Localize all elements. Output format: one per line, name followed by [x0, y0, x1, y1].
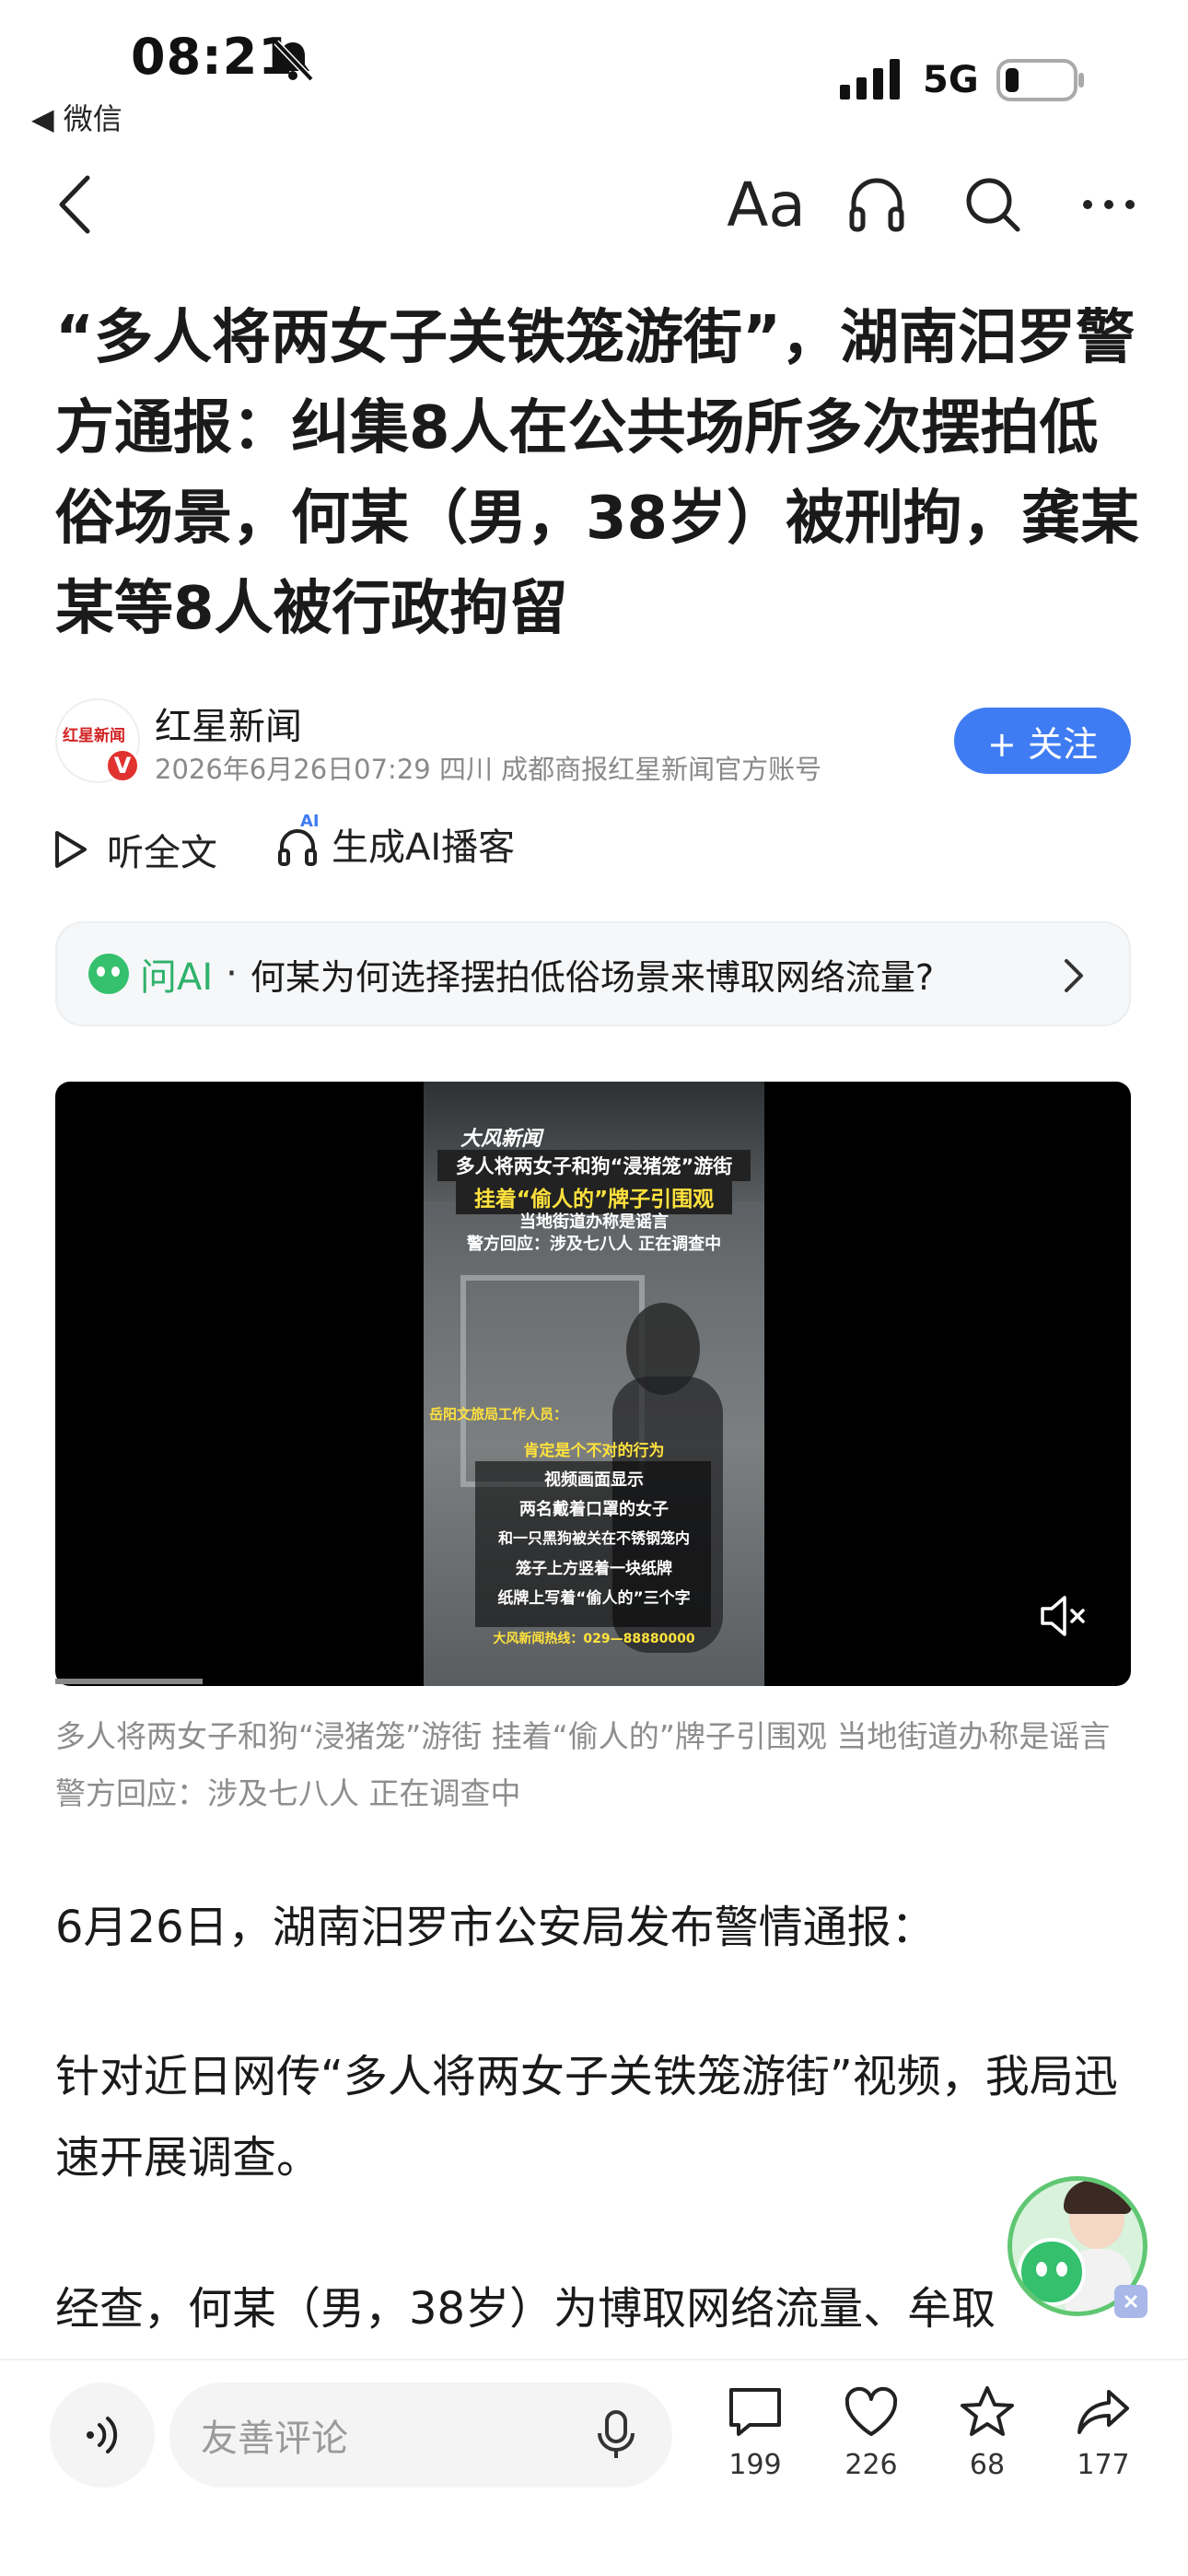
microphone-icon[interactable]	[595, 2409, 637, 2461]
network-type: 5G	[923, 59, 979, 101]
back-chevron-icon[interactable]	[37, 166, 114, 243]
search-icon[interactable]	[954, 166, 1031, 243]
play-icon	[55, 831, 87, 868]
author-name[interactable]: 红星新闻	[155, 697, 302, 750]
paragraph-2: 针对近日网传“多人将两女子关铁笼游街”视频，我局迅速开展调查。	[55, 2051, 1118, 2184]
share-button[interactable]: 177	[1057, 2384, 1149, 2481]
share-arrow-icon	[1077, 2390, 1129, 2434]
like-button[interactable]: 226	[825, 2384, 917, 2481]
ai-headphones-icon: AI	[276, 812, 322, 867]
battery-icon	[996, 59, 1085, 101]
video-logo: 大风新闻	[460, 1128, 542, 1151]
author-meta: 2026年6月26日07:29 四川 成都商报红星新闻官方账号	[155, 754, 822, 785]
close-bot-icon[interactable]	[1114, 2285, 1147, 2318]
video-frame: 大风新闻 多人将两女子和狗“浸猪笼”游街 挂着“偷人的”牌子引围观 当地街道办称…	[424, 1082, 764, 1686]
likes-count: 226	[844, 2449, 898, 2481]
back-to-wechat[interactable]: ◀ 微信	[31, 96, 122, 138]
sound-wave-icon	[87, 2417, 118, 2453]
article-headline: “多人将两女子关铁笼游街”，湖南汨罗警方通报：纠集8人在公共场所多次摆拍低俗场景…	[55, 304, 1140, 643]
video-title-1: 多人将两女子和狗“浸猪笼”游街	[437, 1150, 751, 1181]
signal-icon	[840, 59, 901, 100]
video-progress-bar[interactable]	[55, 1679, 203, 1684]
follow-button[interactable]: + 关注	[954, 708, 1131, 774]
more-icon[interactable]	[1070, 166, 1147, 243]
listen-label: 听全文	[107, 832, 217, 874]
comments-button[interactable]: 199	[709, 2384, 801, 2481]
paragraph-1: 6月26日，湖南汨罗市公安局发布警情通报：	[55, 1902, 936, 1953]
ask-ai-label: 问AI	[140, 956, 214, 999]
verified-badge: V	[105, 748, 140, 783]
ask-ai-separator: ·	[226, 953, 238, 995]
video-desc-4: 笼子上方竖着一块纸牌	[516, 1560, 672, 1578]
ask-ai-bar[interactable]: 问AI · 何某为何选择摆拍低俗场景来博取网络流量?	[55, 921, 1131, 1026]
comment-input[interactable]: 友善评论	[169, 2383, 672, 2488]
generate-ai-podcast-button[interactable]: AI 生成AI播客	[276, 812, 516, 873]
video-desc-5: 纸牌上写着“偷人的”三个字	[497, 1589, 691, 1608]
video-desc-2: 两名戴着口罩的女子	[519, 1500, 669, 1519]
video-subtitle-2: 警方回应：涉及七八人 正在调查中	[466, 1235, 722, 1254]
read-aloud-button[interactable]	[50, 2383, 155, 2488]
comments-count: 199	[728, 2449, 782, 2481]
video-speaker-quote: 肯定是个不对的行为	[523, 1442, 665, 1460]
mute-icon[interactable]	[1035, 1588, 1090, 1644]
video-subtitle-1: 当地街道办称是谣言	[519, 1212, 669, 1232]
favorite-button[interactable]: 68	[941, 2384, 1033, 2481]
ai-bot-icon	[88, 954, 129, 994]
comment-placeholder: 友善评论	[201, 2418, 348, 2460]
ask-ai-question: 何某为何选择摆拍低俗场景来博取网络流量?	[250, 956, 935, 998]
favorites-count: 68	[969, 2449, 1006, 2481]
headphones-icon[interactable]	[838, 166, 915, 243]
listen-full-text-button[interactable]: 听全文	[52, 820, 217, 879]
shares-count: 177	[1077, 2449, 1130, 2481]
podcast-label: 生成AI播客	[332, 826, 516, 869]
star-icon	[961, 2386, 1014, 2436]
font-size-icon[interactable]: Aa	[724, 166, 809, 243]
video-hotline: 大风新闻热线：029—88880000	[493, 1632, 695, 1646]
video-speaker-label: 岳阳文旅局工作人员：	[429, 1406, 568, 1423]
comment-icon	[729, 2388, 781, 2436]
mute-bell-icon	[269, 37, 317, 85]
video-desc-1: 视频画面显示	[544, 1470, 644, 1490]
heart-icon	[844, 2386, 898, 2436]
video-caption: 多人将两女子和狗“浸猪笼”游街 挂着“偷人的”牌子引围观 当地街道办称是谣言 警…	[55, 1718, 1111, 1811]
paragraph-3: 经查，何某（男，38岁）为博取网络流量、牟取	[55, 2283, 996, 2335]
chevron-right-icon	[1065, 959, 1083, 992]
video-player[interactable]: 大风新闻 多人将两女子和狗“浸猪笼”游街 挂着“偷人的”牌子引围观 当地街道办称…	[55, 1082, 1131, 1686]
video-desc-3: 和一只黑狗被关在不锈钢笼内	[497, 1529, 690, 1547]
